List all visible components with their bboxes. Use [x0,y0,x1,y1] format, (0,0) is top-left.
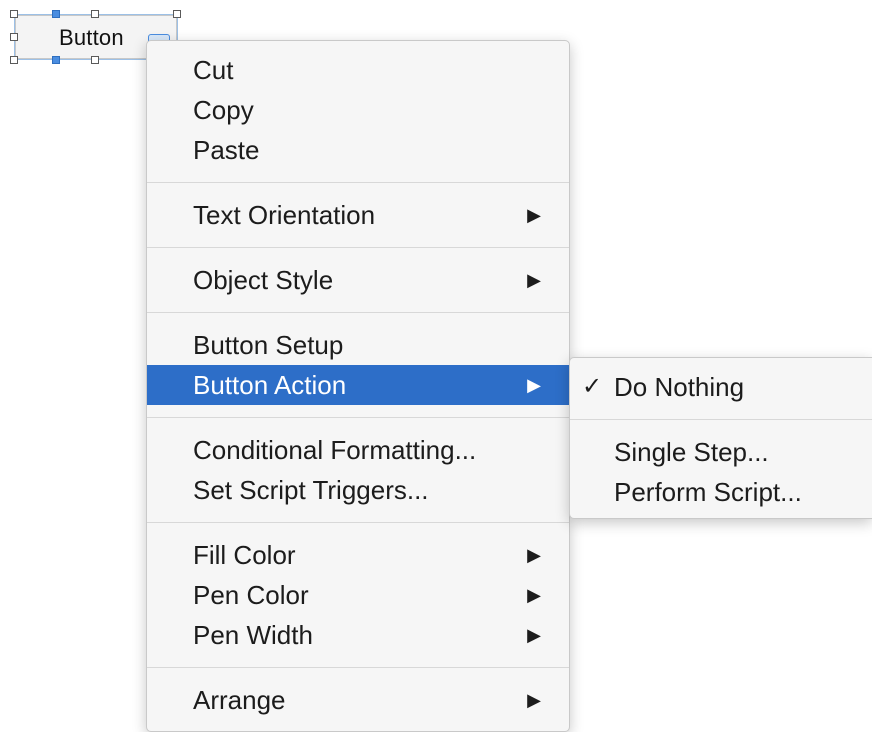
submenu-item-single-step[interactable]: Single Step... [570,432,872,472]
resize-handle-top-left[interactable] [10,10,18,18]
submenu-arrow-icon: ▶ [527,625,541,645]
menu-item-button-setup[interactable]: Button Setup [147,325,569,365]
submenu-arrow-icon: ▶ [527,545,541,565]
submenu-separator [570,419,872,420]
resize-handle-bottom-anchor[interactable] [52,56,60,64]
menu-item-label: Object Style [193,265,334,295]
menu-item-paste[interactable]: Paste [147,130,569,170]
menu-item-label: Copy [193,95,254,125]
menu-item-copy[interactable]: Copy [147,90,569,130]
context-menu: Cut Copy Paste Text Orientation ▶ Object… [146,40,570,732]
resize-handle-middle-left[interactable] [10,33,18,41]
menu-separator [147,522,569,523]
submenu-arrow-icon: ▶ [527,205,541,225]
menu-item-set-script-triggers[interactable]: Set Script Triggers... [147,470,569,510]
menu-item-label: Conditional Formatting... [193,435,477,465]
submenu-arrow-icon: ▶ [527,375,541,395]
menu-item-pen-color[interactable]: Pen Color ▶ [147,575,569,615]
submenu-item-label: Single Step... [614,437,769,467]
menu-separator [147,247,569,248]
menu-item-label: Button Setup [193,330,344,360]
menu-item-object-style[interactable]: Object Style ▶ [147,260,569,300]
button-action-submenu: ✓ Do Nothing Single Step... Perform Scri… [569,357,872,519]
menu-item-label: Fill Color [193,540,296,570]
resize-handle-top-middle[interactable] [91,10,99,18]
menu-item-cut[interactable]: Cut [147,50,569,90]
menu-separator [147,417,569,418]
resize-handle-bottom-left[interactable] [10,56,18,64]
menu-separator [147,312,569,313]
menu-item-fill-color[interactable]: Fill Color ▶ [147,535,569,575]
resize-handle-top-anchor[interactable] [52,10,60,18]
menu-item-arrange[interactable]: Arrange ▶ [147,680,569,720]
menu-separator [147,182,569,183]
menu-item-text-orientation[interactable]: Text Orientation ▶ [147,195,569,235]
submenu-arrow-icon: ▶ [527,585,541,605]
menu-item-pen-width[interactable]: Pen Width ▶ [147,615,569,655]
resize-handle-bottom-middle[interactable] [91,56,99,64]
menu-item-label: Cut [193,55,234,85]
layout-button-label: Button [59,25,124,50]
menu-item-label: Paste [193,135,260,165]
menu-separator [147,667,569,668]
menu-item-label: Pen Color [193,580,309,610]
checkmark-icon: ✓ [582,373,603,400]
submenu-arrow-icon: ▶ [527,690,541,710]
menu-item-label: Pen Width [193,620,313,650]
submenu-item-perform-script[interactable]: Perform Script... [570,472,872,512]
menu-item-label: Arrange [193,685,286,715]
menu-item-label: Set Script Triggers... [193,475,429,505]
menu-item-label: Text Orientation [193,200,376,230]
menu-item-conditional-formatting[interactable]: Conditional Formatting... [147,430,569,470]
submenu-item-label: Perform Script... [614,477,802,507]
submenu-arrow-icon: ▶ [527,270,541,290]
resize-handle-top-right[interactable] [173,10,181,18]
menu-item-button-action[interactable]: Button Action ▶ [147,365,569,405]
menu-item-label: Button Action [193,370,347,400]
submenu-item-do-nothing[interactable]: ✓ Do Nothing [570,367,872,407]
submenu-item-label: Do Nothing [614,372,745,402]
